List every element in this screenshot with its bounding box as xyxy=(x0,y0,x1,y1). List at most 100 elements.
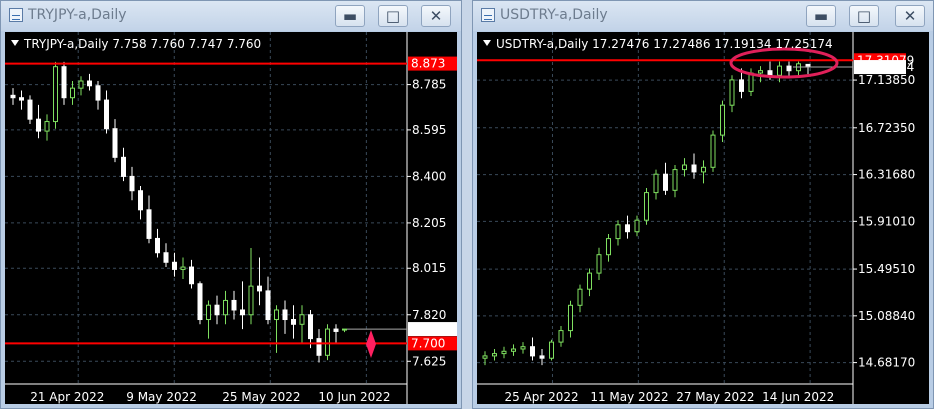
candlestick-chart-svg[interactable]: 8.785 8.595 8.400 8.205 8.015 7.820 7.625 21 Ap… xyxy=(5,32,457,404)
candle-body xyxy=(172,261,177,270)
candle-body xyxy=(121,156,126,177)
dropdown-arrow-icon[interactable] xyxy=(11,40,19,46)
chart-window-icon xyxy=(481,8,495,22)
date-tick-label: 27 May 2022 xyxy=(676,390,754,404)
chart-info-text: USDTRY-a,Daily 17.27476 17.27486 17.1913… xyxy=(496,37,833,51)
minimize-button[interactable]: ▬ xyxy=(335,5,365,27)
candle-body xyxy=(342,328,347,331)
candlestick-chart-svg[interactable]: 17.13850 16.72350 16.31680 15.91010 15.49510… xyxy=(477,32,929,404)
minimize-button[interactable]: ▬ xyxy=(806,5,836,27)
titlebar[interactable]: USDTRY-a,Daily ▬ □ ✕ xyxy=(473,1,933,31)
candle-body xyxy=(138,190,143,211)
price-tick-label: 15.91010 xyxy=(858,214,915,228)
date-tick-label: 11 May 2022 xyxy=(590,390,668,404)
candle-body xyxy=(720,104,725,136)
candle-body xyxy=(10,94,16,99)
price-tick-label: 8.595 xyxy=(412,123,446,137)
candle-body xyxy=(231,299,237,311)
candle-body xyxy=(316,338,322,356)
candle-body xyxy=(180,266,186,270)
candle-body xyxy=(596,254,602,274)
candle-body xyxy=(206,304,211,321)
price-tick-label: 8.015 xyxy=(412,261,446,275)
candle-body xyxy=(691,164,697,173)
candle-body xyxy=(539,355,545,359)
candle-body xyxy=(729,79,735,106)
candle-body xyxy=(87,80,92,87)
price-tick-label: 17.13850 xyxy=(858,73,915,87)
candle-body xyxy=(710,134,716,168)
date-tick-label: 25 Apr 2022 xyxy=(504,390,578,404)
window-usdtry[interactable]: USDTRY-a,Daily ▬ □ ✕ 17.13850 16.72350 16.… xyxy=(472,0,934,409)
candle-body xyxy=(44,121,50,132)
candle-body xyxy=(19,97,24,101)
chart-info: USDTRY-a,Daily 17.27476 17.27486 17.1913… xyxy=(483,37,833,51)
candle-body xyxy=(282,309,288,321)
titlebar[interactable]: TRYJPY-a,Daily ▬ □ ✕ xyxy=(1,1,461,31)
price-tick-label: 7.820 xyxy=(412,308,446,322)
close-button[interactable]: ✕ xyxy=(421,5,451,27)
highlight-ellipse xyxy=(729,47,839,79)
level-price-label: 7.700 xyxy=(411,336,445,350)
candle-body xyxy=(248,285,254,316)
grid: 17.13850 16.72350 16.31680 15.91010 15.49510… xyxy=(477,32,915,404)
candle-body xyxy=(767,70,773,76)
price-tick-label: 8.400 xyxy=(412,169,446,183)
candle-body xyxy=(291,319,296,325)
candle-body xyxy=(240,309,245,316)
candle-body xyxy=(95,85,101,101)
candle-body xyxy=(739,79,744,92)
candle-body xyxy=(155,237,160,254)
candle-body xyxy=(257,285,262,292)
candle-body xyxy=(70,87,75,99)
candle-body xyxy=(568,304,573,332)
price-chart[interactable]: 17.13850 16.72350 16.31680 15.91010 15.49510… xyxy=(477,32,929,404)
price-chart[interactable]: 8.785 8.595 8.400 8.205 8.015 7.820 7.625 21 Ap… xyxy=(5,32,457,404)
price-tick-label: 8.205 xyxy=(412,216,446,230)
candle-body xyxy=(777,65,782,76)
window-title: USDTRY-a,Daily xyxy=(500,7,608,23)
maximize-button[interactable]: □ xyxy=(849,5,879,27)
candle-body xyxy=(274,309,279,321)
current-price-label: 17.25174 xyxy=(857,60,914,74)
candle-body xyxy=(577,288,583,306)
candles xyxy=(482,61,811,366)
date-tick-label: 10 Jun 2022 xyxy=(318,390,390,404)
candle-body xyxy=(78,80,84,89)
candle-body xyxy=(129,175,135,192)
candle-body xyxy=(189,266,194,285)
down-arrow-marker-icon xyxy=(366,330,376,358)
candle-body xyxy=(53,66,58,123)
date-tick-label: 25 May 2022 xyxy=(222,390,300,404)
candle-body xyxy=(27,99,33,120)
date-tick-label: 9 May 2022 xyxy=(126,390,197,404)
candle-body xyxy=(701,166,706,173)
candle-body xyxy=(558,330,564,343)
chart-info-text: TRYJPY-a,Daily 7.758 7.760 7.747 7.760 xyxy=(24,37,262,51)
candle-body xyxy=(104,99,109,130)
price-tick-label: 15.08840 xyxy=(858,309,915,323)
price-tick-label: 16.72350 xyxy=(858,121,915,135)
levels: 17.3107917.25174 xyxy=(477,47,914,79)
candle-body xyxy=(663,173,668,191)
maximize-button[interactable]: □ xyxy=(378,5,408,27)
candle-body xyxy=(146,209,152,239)
window-tryjpy[interactable]: TRYJPY-a,Daily ▬ □ ✕ 8.785 8.595 8.400 8.20… xyxy=(0,0,462,409)
candle-body xyxy=(325,328,330,356)
level-price-label: 8.873 xyxy=(411,57,445,71)
dropdown-arrow-icon[interactable] xyxy=(483,40,491,46)
candle-body xyxy=(308,314,313,340)
window-title: TRYJPY-a,Daily xyxy=(28,7,127,23)
candle-body xyxy=(606,238,611,256)
candle-body xyxy=(587,272,592,290)
price-tick-label: 16.31680 xyxy=(858,168,915,182)
candle-body xyxy=(501,350,507,355)
candle-body xyxy=(197,283,203,321)
candle-body xyxy=(482,355,488,359)
close-button[interactable]: ✕ xyxy=(895,5,925,27)
price-tick-label: 15.49510 xyxy=(858,262,915,276)
chart-info: TRYJPY-a,Daily 7.758 7.760 7.747 7.760 xyxy=(11,37,261,51)
candle-body xyxy=(223,299,228,316)
candle-body xyxy=(672,169,678,191)
candle-body xyxy=(61,66,67,99)
